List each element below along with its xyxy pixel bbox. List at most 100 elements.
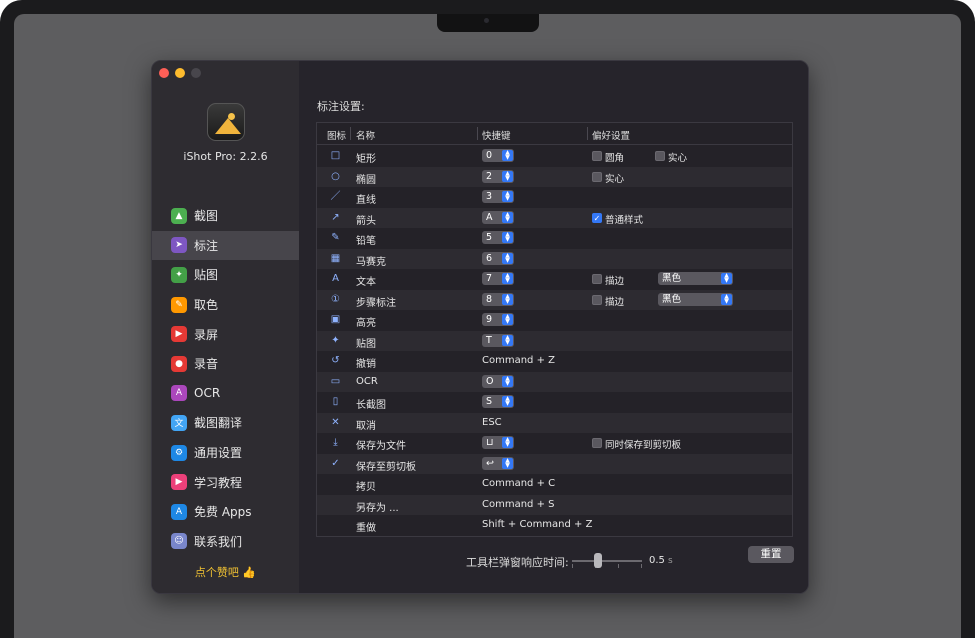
stepper-arrows-icon[interactable]: ▲ ▼: [502, 273, 513, 284]
tool-name: 高亮: [356, 318, 376, 329]
sidebar-item-2[interactable]: ✦ 贴图: [152, 260, 299, 290]
preference-checkbox[interactable]: [592, 151, 602, 161]
preference-label: 同时保存到剪切板: [605, 440, 682, 451]
stepper-arrows-icon[interactable]: ▲ ▼: [502, 211, 513, 223]
camera-notch: [437, 14, 539, 32]
shortcut-stepper[interactable]: 3 ▲ ▼: [482, 190, 514, 203]
table-row: ▯ 长截图 S ▲ ▼: [317, 392, 792, 413]
stepper-arrows-icon[interactable]: ▲ ▼: [502, 191, 513, 202]
app-logo-icon: [207, 103, 245, 141]
table-row: ✦ 贴图 T ▲ ▼: [317, 330, 792, 351]
select-arrows-icon: ▲ ▼: [721, 273, 732, 284]
shortcut-stepper[interactable]: 2 ▲ ▼: [482, 169, 514, 183]
shortcut-stepper[interactable]: T ▲ ▼: [482, 333, 514, 347]
stepper-arrows-icon[interactable]: ▲ ▼: [502, 232, 513, 243]
stepper-arrows-icon[interactable]: ▲ ▼: [502, 293, 513, 305]
preference-label: 实心: [668, 153, 688, 164]
pencil-icon: ✎: [331, 232, 340, 243]
sidebar-item-3[interactable]: ✎ 取色: [152, 290, 299, 320]
stepper-arrows-icon[interactable]: ▲ ▼: [502, 375, 513, 387]
shortcut-stepper[interactable]: 6 ▲ ▼: [482, 251, 514, 265]
sidebar-item-10[interactable]: A 免费 Apps: [152, 497, 299, 527]
color-select-value: 黑色: [662, 293, 682, 305]
shortcut-stepper[interactable]: A ▲ ▼: [482, 210, 514, 224]
sidebar-item-4[interactable]: ▶ 录屏: [152, 319, 299, 349]
save-file-icon: ⤓: [333, 437, 338, 448]
sidebar-item-1[interactable]: ➤ 标注: [152, 230, 299, 261]
stepper-arrows-icon[interactable]: ▲ ▼: [502, 437, 513, 448]
shortcut-stepper[interactable]: 7 ▲ ▼: [482, 272, 514, 285]
preference-label: 实心: [605, 173, 625, 185]
like-link[interactable]: 点个赞吧 👍: [152, 564, 299, 580]
preference-label: 描边: [605, 276, 625, 287]
sidebar-item-label: 取色: [194, 298, 219, 313]
stepper-arrows-icon[interactable]: ▲ ▼: [502, 150, 513, 161]
preference-checkbox[interactable]: [592, 171, 602, 182]
zoom-window-button[interactable]: [191, 68, 201, 78]
pin-icon: ✦: [171, 266, 187, 283]
shortcut-stepper[interactable]: O ▲ ▼: [482, 374, 514, 388]
tool-name: 另存为 ...: [356, 502, 399, 514]
response-time-slider[interactable]: [572, 560, 642, 562]
table-row: 重做 Shift + Command + Z: [317, 515, 792, 536]
stepper-arrows-icon[interactable]: ▲ ▼: [502, 396, 513, 407]
close-window-button[interactable]: [159, 68, 169, 78]
preference-checkbox[interactable]: ✓: [592, 212, 602, 223]
preference-checkbox[interactable]: [655, 151, 665, 161]
cancel-icon: ✕: [331, 416, 340, 428]
shortcut-table: 图标 名称 快捷键 偏好设置 □ 矩形 0 ▲ ▼ 圆角 实心 ○ 椭圆 2 ▲ ▼ 实心／直线 3 ▲ ▼ ↗…: [316, 122, 793, 537]
table-row: ① 步骤标注 8 ▲ ▼ 描边 黑色 ▲ ▼: [317, 289, 792, 310]
tool-name: 铅笔: [356, 236, 376, 247]
preference-checkbox[interactable]: [592, 274, 602, 284]
shortcut-value: 8: [486, 293, 493, 305]
table-row: 另存为 ... Command + S: [317, 494, 792, 515]
ocr-icon: ▭: [330, 375, 341, 387]
pin-icon: ✦: [331, 334, 340, 346]
sidebar-item-11[interactable]: ☺ 联系我们: [152, 527, 299, 557]
shortcut-text: Command + S: [482, 498, 555, 510]
shortcut-value: A: [486, 211, 493, 223]
minimize-window-button[interactable]: [175, 68, 185, 78]
shortcut-stepper[interactable]: 0 ▲ ▼: [482, 149, 514, 162]
sidebar-item-7[interactable]: 文截图翻译: [152, 408, 299, 438]
sidebar-item-0[interactable]: ▲ 截图: [152, 201, 299, 231]
shortcut-stepper[interactable]: 9 ▲ ▼: [482, 313, 514, 326]
color-select[interactable]: 黑色 ▲ ▼: [658, 292, 733, 306]
reset-button[interactable]: 重置: [748, 546, 794, 563]
shortcut-stepper[interactable]: 5 ▲ ▼: [482, 231, 514, 244]
sidebar-item-5[interactable]: ● 录音: [152, 349, 299, 379]
sidebar-item-label: 标注: [194, 238, 219, 253]
table-row: ／ 直线 3 ▲ ▼: [317, 187, 792, 208]
sidebar-item-6[interactable]: A OCR: [152, 379, 299, 409]
sidebar-item-label: 免费 Apps: [194, 505, 252, 520]
shortcut-stepper[interactable]: S ▲ ▼: [482, 395, 514, 408]
preference-checkbox[interactable]: [592, 438, 602, 448]
settings-window: iShot Pro: 2.2.6 ▲ 截图 ➤ 标注 ✦ 贴图 ✎ 取色 ▶ 录屏 ● 录音 A OCR 文…: [151, 60, 809, 594]
slider-knob[interactable]: [593, 553, 602, 568]
sidebar-item-9[interactable]: ▶ 学习教程: [152, 467, 299, 497]
preference-checkbox[interactable]: [592, 294, 602, 305]
shortcut-stepper[interactable]: ↩ ▲ ▼: [482, 456, 514, 470]
shortcut-stepper[interactable]: ⊔ ▲ ▼: [482, 436, 514, 449]
column-header-icon: 图标: [327, 131, 347, 142]
table-row: ✎ 铅笔 5 ▲ ▼: [317, 228, 792, 249]
tool-name: OCR: [356, 375, 378, 387]
sidebar-item-8[interactable]: ⚙ 通用设置: [152, 438, 299, 468]
shortcut-text: Command + C: [482, 478, 556, 489]
color-select[interactable]: 黑色 ▲ ▼: [658, 272, 733, 285]
tool-name: 保存至剪切板: [356, 461, 416, 473]
stepper-arrows-icon[interactable]: ▲ ▼: [502, 314, 513, 325]
response-time-value: 0.5: [649, 555, 665, 566]
main-panel: 标注设置: 图标 名称 快捷键 偏好设置 □ 矩形 0 ▲ ▼ 圆角 实心 ○ 椭圆 2 ▲ ▼ 实心／…: [300, 61, 808, 593]
tool-name: 文本: [356, 277, 376, 288]
stepper-arrows-icon[interactable]: ▲ ▼: [502, 457, 513, 469]
stepper-arrows-icon[interactable]: ▲ ▼: [502, 170, 513, 182]
preference-label: 圆角: [605, 153, 625, 164]
shortcut-text: Shift + Command + Z: [482, 519, 593, 530]
stepper-arrows-icon[interactable]: ▲ ▼: [502, 252, 513, 264]
ellipse-icon: ○: [331, 170, 340, 182]
shortcut-stepper[interactable]: 8 ▲ ▼: [482, 292, 514, 306]
stepper-arrows-icon[interactable]: ▲ ▼: [502, 334, 513, 346]
step-number-icon: ①: [331, 293, 340, 305]
table-row: ▭ OCR O ▲ ▼: [317, 371, 792, 392]
